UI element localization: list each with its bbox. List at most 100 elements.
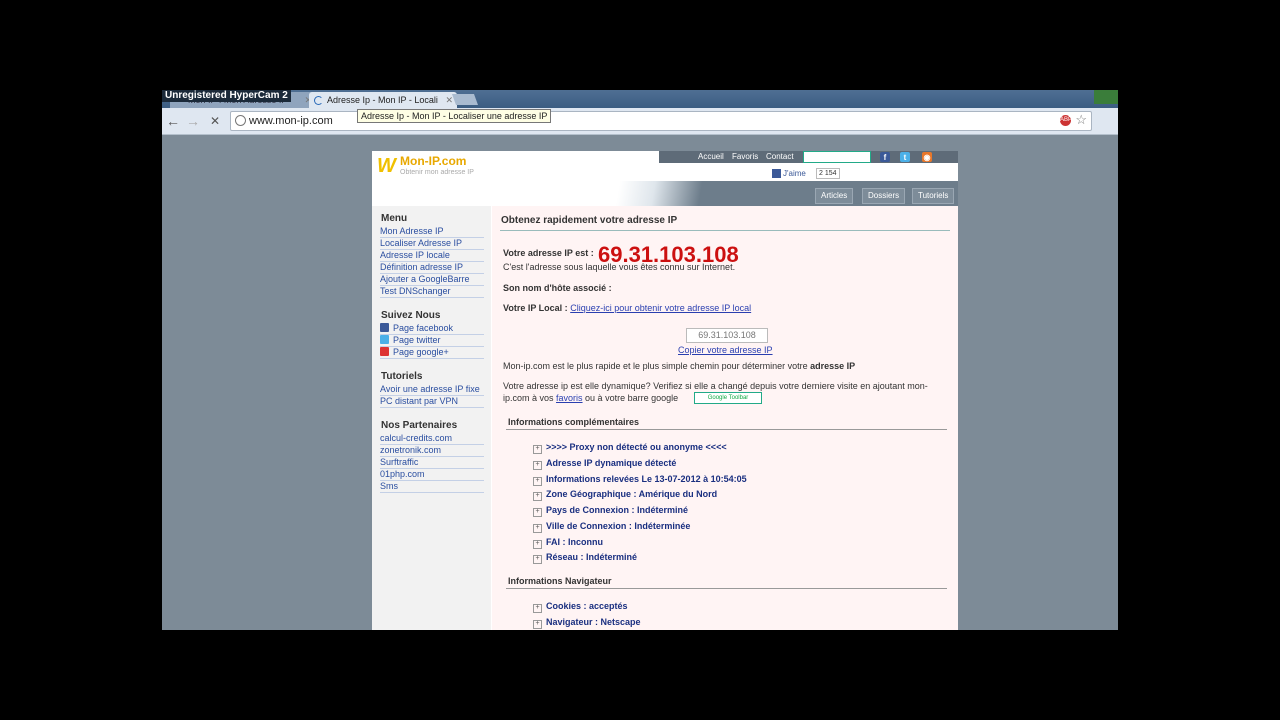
favoris-link[interactable]: favoris <box>556 393 583 403</box>
header-band: Articles Dossiers Tutoriels <box>372 181 958 206</box>
info-item[interactable]: + Zone Géographique : Amérique du Nord <box>533 489 717 501</box>
dynamic-text-pre: ip.com à vos <box>503 393 557 403</box>
site-header: W Mon-IP.com Obtenir mon adresse IP Accu… <box>372 151 958 181</box>
info-item[interactable]: + Ville de Connexion : Indéterminée <box>533 521 690 533</box>
sidebar: Menu Mon Adresse IP Localiser Adresse IP… <box>372 206 491 630</box>
nav-accueil[interactable]: Accueil <box>698 151 724 163</box>
nav-contact[interactable]: Contact <box>766 151 794 163</box>
info-item[interactable]: + Adresse IP dynamique détecté <box>533 458 676 470</box>
hostname-label: Son nom d'hôte associé : <box>503 283 612 293</box>
rss-icon[interactable]: ◉ <box>922 152 932 162</box>
bookmark-star-icon[interactable]: ☆ <box>1075 112 1087 128</box>
sidebar-item-partner[interactable]: zonetronik.com <box>380 445 484 457</box>
local-ip-row: Votre IP Local : Cliquez-ici pour obteni… <box>503 303 751 313</box>
expand-icon[interactable]: + <box>533 445 542 454</box>
dynamic-text-line2: ip.com à vos favoris ou à votre barre go… <box>503 393 678 403</box>
sidebar-item-label: Page google+ <box>393 347 449 357</box>
tab-articles[interactable]: Articles <box>815 188 854 204</box>
expand-icon[interactable]: + <box>533 461 542 470</box>
sidebar-item-partner[interactable]: Sms <box>380 481 484 493</box>
back-icon[interactable]: ← <box>164 112 182 130</box>
tutorials-heading: Tutoriels <box>381 371 423 382</box>
stop-icon[interactable]: ✕ <box>206 112 224 130</box>
sidebar-item-vpn[interactable]: PC distant par VPN <box>380 396 484 408</box>
expand-icon[interactable]: + <box>533 604 542 613</box>
nav-info-label: Cookies : acceptés <box>546 601 628 611</box>
page-icon <box>235 115 246 126</box>
new-tab-button[interactable] <box>451 94 479 105</box>
like-count: 2 154 <box>816 168 840 179</box>
tab-tutoriels[interactable]: Tutoriels <box>912 188 955 204</box>
twitter-icon[interactable]: t <box>900 152 910 162</box>
info-item-label: FAI : Inconnu <box>546 537 603 547</box>
sidebar-item-partner[interactable]: Surftraffic <box>380 457 484 469</box>
like-label: J'aime <box>783 169 806 178</box>
sidebar-item-partner[interactable]: calcul-credits.com <box>380 433 484 445</box>
sidebar-item-label: Page facebook <box>393 323 454 333</box>
expand-icon[interactable]: + <box>533 508 542 517</box>
tab-active[interactable]: Adresse Ip - Mon IP - Locali ✕ <box>309 92 457 108</box>
facebook-icon[interactable]: f <box>880 152 890 162</box>
ip-label: Votre adresse IP est : <box>503 248 594 258</box>
forward-icon[interactable]: → <box>184 112 202 130</box>
dynamic-text-post: ou à votre barre google <box>582 393 679 403</box>
sidebar-item-localiser[interactable]: Localiser Adresse IP <box>380 238 484 250</box>
sidebar-item-ip-fixe[interactable]: Avoir une adresse IP fixe <box>380 384 484 396</box>
copy-ip-link[interactable]: Copier votre adresse IP <box>678 345 773 355</box>
info-item-label: >>>> Proxy non détecté ou anonyme <<<< <box>546 442 727 452</box>
facebook-like-icon <box>772 169 781 179</box>
fastest-text-body: Mon-ip.com est le plus rapide et le plus… <box>503 361 811 371</box>
facebook-icon <box>380 323 389 332</box>
sidebar-item-label: Page twitter <box>393 335 441 345</box>
logo-title[interactable]: Mon-IP.com <box>400 154 466 168</box>
sidebar-item-googlebarre[interactable]: Ajouter a GoogleBarre <box>380 274 484 286</box>
sidebar-item-dnschanger[interactable]: Test DNSchanger <box>380 286 484 298</box>
info-item[interactable]: + Pays de Connexion : Indéterminé <box>533 505 688 517</box>
browser-window: Mon IP : Mon Adresse IP✕ Adresse Ip - Mo… <box>162 90 1118 630</box>
info-item[interactable]: + Informations relevées Le 13-07-2012 à 1… <box>533 474 747 486</box>
window-controls[interactable] <box>1094 90 1118 104</box>
tab-tooltip: Adresse Ip - Mon IP - Localiser une adre… <box>357 109 552 123</box>
sidebar-item-partner[interactable]: 01php.com <box>380 469 484 481</box>
adblock-icon[interactable]: ABP <box>1060 115 1072 126</box>
nav-info-item[interactable]: + Cookies : acceptés <box>533 601 628 613</box>
local-ip-link[interactable]: Cliquez-ici pour obtenir votre adresse I… <box>570 303 751 313</box>
facebook-like-button[interactable]: J'aime <box>772 168 806 179</box>
info-item[interactable]: + Réseau : Indéterminé <box>533 552 637 564</box>
tab-dossiers[interactable]: Dossiers <box>862 188 906 204</box>
sidebar-item-ip-locale[interactable]: Adresse IP locale <box>380 250 484 262</box>
ip-copy-field[interactable]: 69.31.103.108 <box>686 328 768 343</box>
section-rule <box>506 588 947 589</box>
info-item[interactable]: + >>>> Proxy non détecté ou anonyme <<<< <box>533 442 727 454</box>
sidebar-item-definition[interactable]: Définition adresse IP <box>380 262 484 274</box>
expand-icon[interactable]: + <box>533 620 542 629</box>
twitter-icon <box>380 335 389 344</box>
logo-subtitle: Obtenir mon adresse IP <box>400 169 474 176</box>
google-toolbar-button[interactable]: Google Toolbar <box>694 392 762 404</box>
expand-icon[interactable]: + <box>533 492 542 501</box>
expand-icon[interactable]: + <box>533 477 542 486</box>
expand-icon[interactable]: + <box>533 540 542 549</box>
dynamic-text-line1: Votre adresse ip est elle dynamique? Ver… <box>503 381 928 391</box>
content-title: Obtenez rapidement votre adresse IP <box>501 215 678 226</box>
sidebar-item-twitter[interactable]: Page twitter <box>380 335 484 347</box>
local-ip-label: Votre IP Local : <box>503 303 568 313</box>
nav-info-label: Navigateur : Netscape <box>546 617 641 627</box>
section-rule <box>506 429 947 430</box>
logo-mark[interactable]: W <box>377 155 396 178</box>
copy-ip-link-label[interactable]: Copier votre adresse IP <box>678 345 773 355</box>
expand-icon[interactable]: + <box>533 524 542 533</box>
info-item[interactable]: + FAI : Inconnu <box>533 537 603 549</box>
google-toolbar-badge[interactable]: Google Toolbar <box>803 151 871 163</box>
sidebar-item-facebook[interactable]: Page facebook <box>380 323 484 335</box>
sidebar-item-mon-adresse-ip[interactable]: Mon Adresse IP <box>380 226 484 238</box>
nav-info-item[interactable]: + Navigateur : Netscape <box>533 617 641 629</box>
info-item-label: Ville de Connexion : Indéterminée <box>546 521 691 531</box>
expand-icon[interactable]: + <box>533 555 542 564</box>
sidebar-item-google-plus[interactable]: Page google+ <box>380 347 484 359</box>
partners-heading: Nos Partenaires <box>381 420 458 431</box>
url-text[interactable]: www.mon-ip.com <box>249 113 333 129</box>
fastest-text-bold: adresse IP <box>810 361 856 371</box>
section-info-heading: Informations complémentaires <box>508 417 640 427</box>
nav-favoris[interactable]: Favoris <box>732 151 758 163</box>
